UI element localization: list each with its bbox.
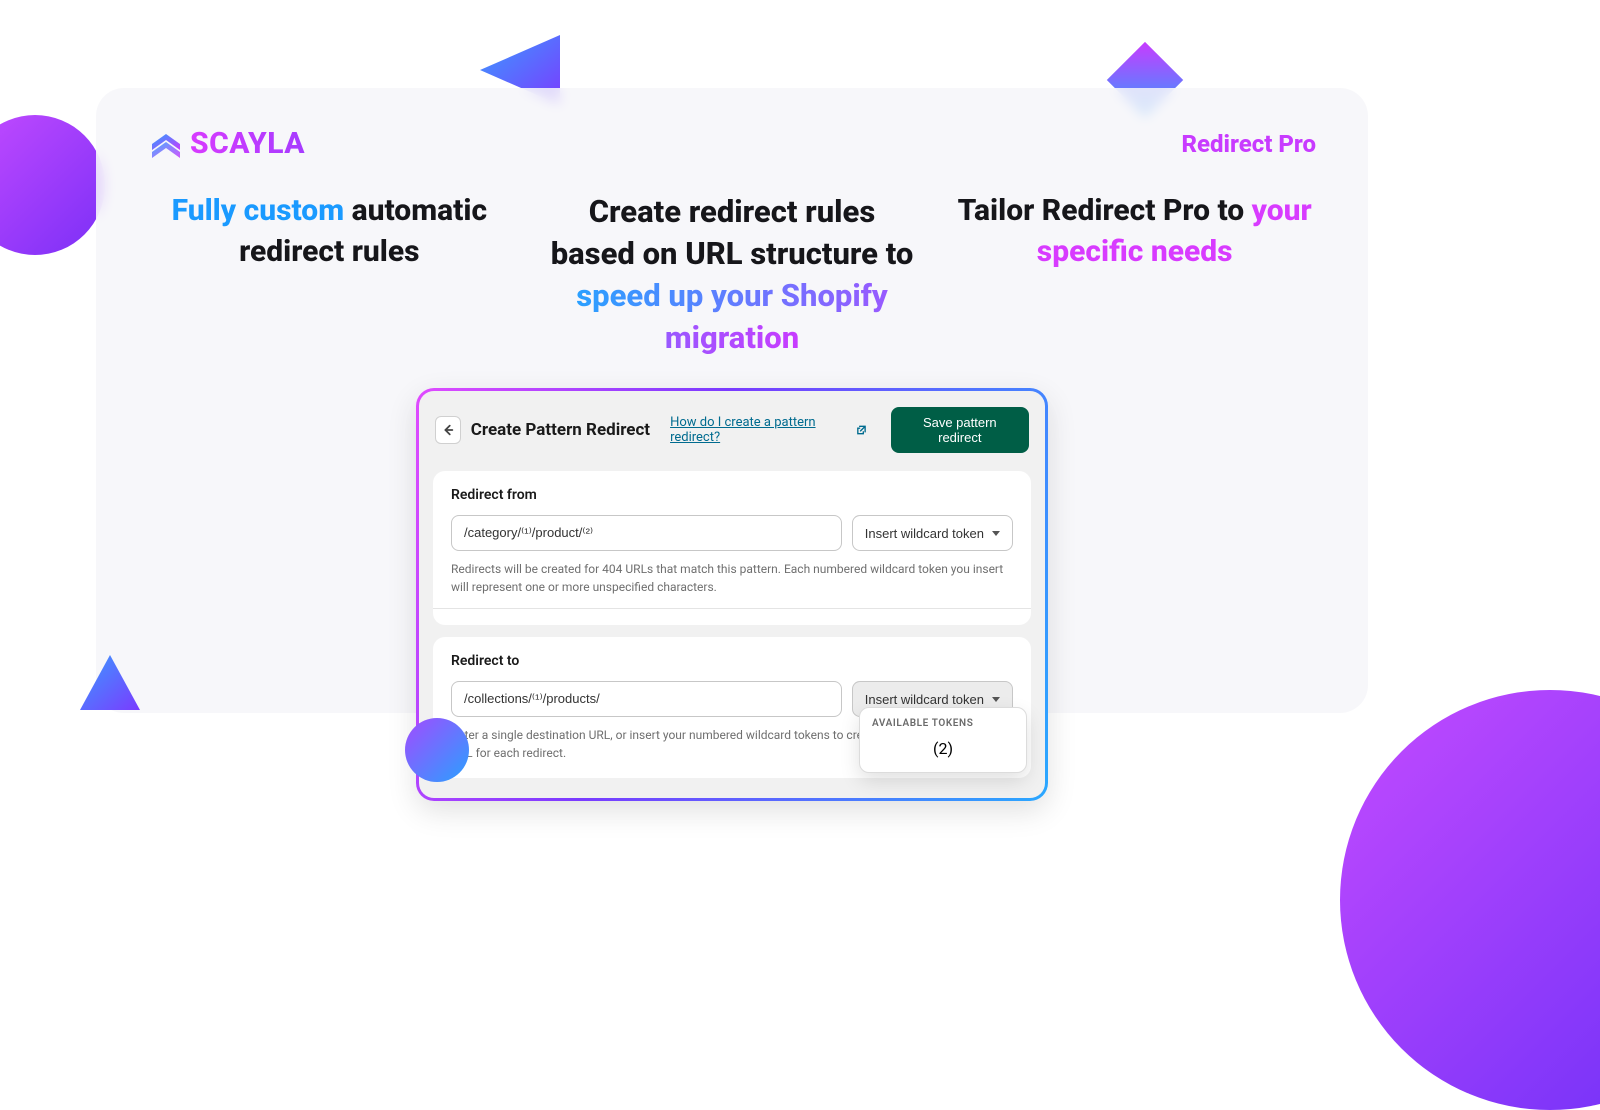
chevron-down-icon	[992, 697, 1000, 702]
token-dropdown: AVAILABLE TOKENS (2)	[859, 707, 1027, 773]
product-name: Redirect Pro	[1181, 130, 1316, 158]
insert-token-from-label: Insert wildcard token	[865, 526, 984, 541]
headline-mid-accent: speed up your Shopify migration	[576, 277, 888, 356]
insert-token-to-label: Insert wildcard token	[865, 692, 984, 707]
help-link[interactable]: How do I create a pattern redirect?	[670, 415, 867, 445]
panel-title: Create Pattern Redirect	[471, 420, 650, 440]
insert-token-from-button[interactable]: Insert wildcard token	[852, 515, 1013, 551]
chevron-down-icon	[992, 531, 1000, 536]
headline-mid: Create redirect rules based on URL struc…	[551, 191, 914, 358]
save-pattern-redirect-button[interactable]: Save pattern redirect	[891, 407, 1029, 453]
redirect-from-label: Redirect from	[451, 487, 1013, 503]
brand-icon	[148, 128, 184, 160]
redirect-to-label: Redirect to	[451, 653, 1013, 669]
redirect-from-input[interactable]	[451, 515, 842, 551]
pattern-redirect-panel: Create Pattern Redirect How do I create …	[419, 391, 1045, 798]
token-dropdown-header: AVAILABLE TOKENS	[872, 718, 1014, 729]
marketing-card: SCAYLA Redirect Pro Fully custom automat…	[96, 88, 1368, 713]
arrow-left-icon	[441, 423, 455, 437]
bg-triangle-bottom-left	[70, 640, 150, 720]
bg-circle-top-left	[0, 115, 105, 255]
bg-circle-small	[405, 718, 469, 782]
brand-logo: SCAYLA	[148, 126, 305, 161]
bg-circle-bottom-right	[1340, 690, 1600, 1110]
redirect-from-section: Redirect from Insert wildcard token Redi…	[433, 471, 1031, 625]
pattern-redirect-panel-frame: Create Pattern Redirect How do I create …	[416, 388, 1048, 801]
brand-name: SCAYLA	[190, 126, 305, 161]
headline-left-accent: Fully custom	[172, 193, 345, 228]
headline-right-pre: Tailor Redirect Pro to	[958, 193, 1252, 228]
headline-left: Fully custom automatic redirect rules	[148, 191, 511, 358]
redirect-to-section: Redirect to Insert wildcard token Enter …	[433, 637, 1031, 778]
back-button[interactable]	[435, 416, 461, 444]
headline-mid-pre: Create redirect rules based on URL struc…	[551, 193, 914, 272]
redirect-to-input[interactable]	[451, 681, 842, 717]
token-dropdown-item[interactable]: (2)	[872, 739, 1014, 758]
external-link-icon	[856, 424, 867, 436]
headline-right: Tailor Redirect Pro to your specific nee…	[953, 191, 1316, 358]
help-link-text: How do I create a pattern redirect?	[670, 415, 852, 445]
redirect-from-hint: Redirects will be created for 404 URLs t…	[451, 561, 1013, 596]
